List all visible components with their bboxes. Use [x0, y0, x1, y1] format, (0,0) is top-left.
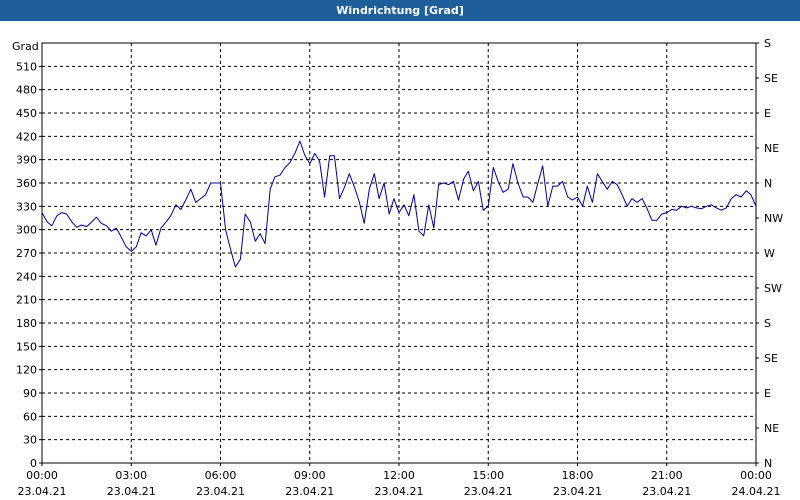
y-tick-label: 210 [16, 294, 37, 307]
x-tick-time: 12:00 [383, 469, 415, 482]
y2-axis-ticks: NNEESESSWWNWNNEESES [756, 37, 783, 470]
y-axis-label: Grad [12, 40, 39, 53]
x-tick-time: 09:00 [294, 469, 326, 482]
y2-tick-label: SW [764, 282, 782, 295]
y2-tick-label: N [764, 177, 772, 190]
x-tick-time: 15:00 [472, 469, 504, 482]
y-tick-label: 510 [16, 60, 37, 73]
y2-tick-label: NW [764, 212, 783, 225]
x-tick-date: 23.04.21 [553, 485, 602, 498]
y2-tick-label: SE [764, 72, 778, 85]
y2-tick-label: NE [764, 142, 779, 155]
x-tick-date: 23.04.21 [375, 485, 424, 498]
chart-title: Windrichtung [Grad] [0, 0, 800, 21]
y2-tick-label: E [764, 387, 771, 400]
x-tick-date: 23.04.21 [285, 485, 334, 498]
y2-tick-label: E [764, 107, 771, 120]
y-tick-label: 300 [16, 224, 37, 237]
y-tick-label: 90 [23, 387, 37, 400]
y-tick-label: 60 [23, 410, 37, 423]
y-tick-label: 450 [16, 107, 37, 120]
y-tick-label: 390 [16, 154, 37, 167]
grid-lines [42, 43, 756, 464]
wind-direction-chart: Grad 03060901201501802102402703003303603… [12, 37, 783, 498]
x-tick-time: 00:00 [740, 469, 772, 482]
x-tick-date: 23.04.21 [642, 485, 691, 498]
y-tick-label: 360 [16, 177, 37, 190]
x-tick-time: 18:00 [562, 469, 594, 482]
y-axis-ticks: 0306090120150180210240270300330360390420… [16, 60, 42, 470]
y2-tick-label: S [764, 317, 771, 330]
x-tick-date: 24.04.21 [732, 485, 781, 498]
x-tick-time: 06:00 [205, 469, 237, 482]
y2-tick-label: NE [764, 422, 779, 435]
x-tick-date: 23.04.21 [18, 485, 67, 498]
y-tick-label: 240 [16, 270, 37, 283]
x-tick-time: 03:00 [115, 469, 147, 482]
y2-tick-label: W [764, 247, 775, 260]
y2-tick-label: S [764, 37, 771, 50]
y-tick-label: 330 [16, 200, 37, 213]
y2-tick-label: SE [764, 352, 778, 365]
y-tick-label: 150 [16, 340, 37, 353]
y-tick-label: 480 [16, 84, 37, 97]
x-tick-date: 23.04.21 [464, 485, 513, 498]
y-tick-label: 120 [16, 364, 37, 377]
y-tick-label: 180 [16, 317, 37, 330]
x-tick-time: 00:00 [26, 469, 58, 482]
y-tick-label: 30 [23, 434, 37, 447]
x-tick-date: 23.04.21 [107, 485, 156, 498]
y-tick-label: 270 [16, 247, 37, 260]
y-tick-label: 420 [16, 130, 37, 143]
x-tick-date: 23.04.21 [196, 485, 245, 498]
x-tick-time: 21:00 [651, 469, 683, 482]
x-axis-ticks: 00:00 23.04.21 03:00 23.04.21 06:00 23.04.21 0… [18, 463, 781, 498]
